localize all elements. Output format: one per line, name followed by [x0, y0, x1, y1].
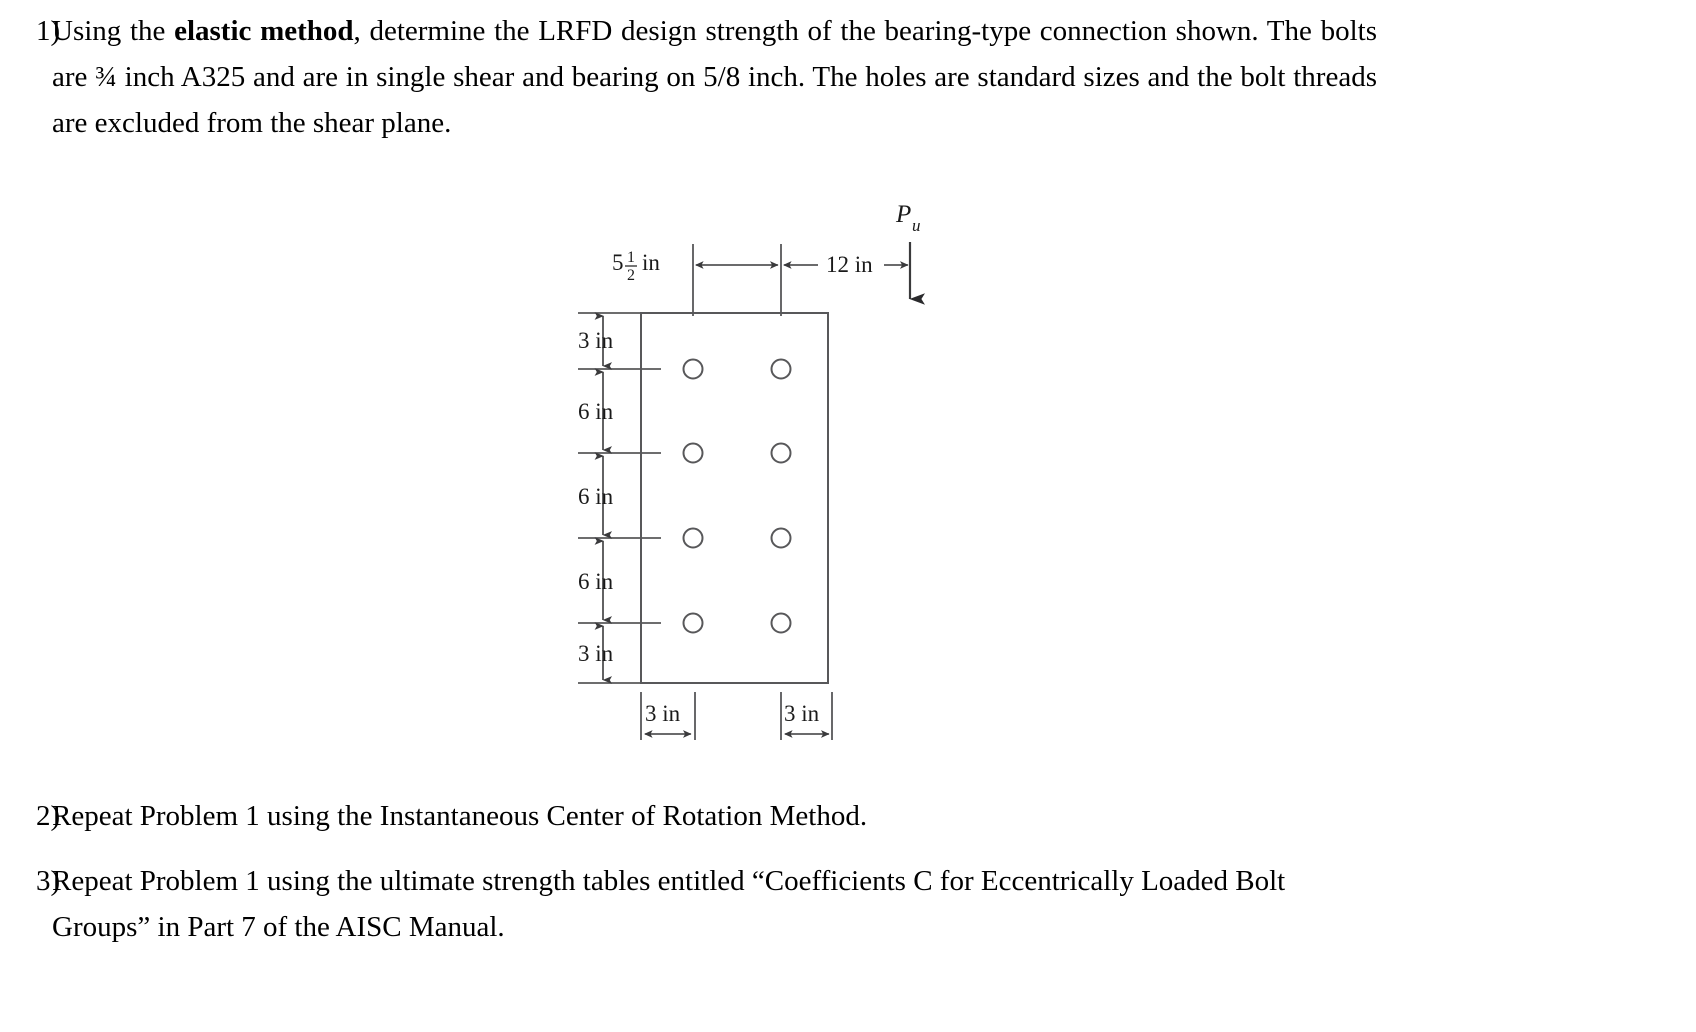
problem-3-number: 3) [36, 865, 61, 897]
bottom-dim-label: 3 in [645, 701, 681, 726]
bolt-hole [770, 527, 792, 549]
bolt-hole [770, 358, 792, 380]
bolt-hole [682, 527, 704, 549]
load-subscript: u [912, 216, 921, 235]
vertical-dim-6in-a: 6 in [578, 368, 614, 454]
bottom-dim-left-3in: 3 in [640, 692, 696, 740]
vertical-dim-6in-c: 6 in [578, 537, 614, 624]
bolt-hole [682, 358, 704, 380]
top-dim-5half-unit: in [642, 250, 660, 275]
top-dim-5half-denominator: 2 [627, 267, 635, 284]
bottom-dim-label: 3 in [784, 701, 820, 726]
bolt-hole [770, 612, 792, 634]
document-page: 1) Using the elastic method, determine t… [0, 0, 1696, 1032]
bolt-group-figure: P u 5 1 2 in 12 in 3 in 6 in 6 in 6 in 3… [0, 170, 1000, 770]
problem-item-1: 1) Using the elastic method, determine t… [0, 8, 1420, 146]
bolt-hole [682, 442, 704, 464]
problem-1-segment-bold: elastic method [174, 15, 354, 47]
vertical-dim-label: 6 in [578, 484, 614, 509]
problem-1-number: 1) [36, 15, 61, 47]
vertical-dim-label: 6 in [578, 569, 614, 594]
problem-1-segment-plain-1: Using the [52, 15, 175, 47]
load-symbol: P [895, 201, 911, 228]
vertical-dim-3in-top: 3 in [578, 312, 614, 370]
vertical-dim-label: 3 in [578, 328, 614, 353]
connection-plate [640, 312, 829, 684]
vertical-dim-6in-b: 6 in [578, 452, 614, 539]
bolt-hole-grid [682, 358, 792, 634]
problem-2-text: Repeat Problem 1 using the Instantaneous… [52, 800, 868, 832]
bottom-dim-right-3in: 3 in [780, 692, 833, 740]
bolt-hole [770, 442, 792, 464]
top-dim-5half-label: 5 1 2 in [612, 249, 660, 284]
vertical-dim-label: 6 in [578, 399, 614, 424]
problem-item-3: 3) Repeat Problem 1 using the ultimate s… [0, 858, 1420, 950]
vertical-dim-3in-bottom: 3 in [578, 622, 614, 684]
bolt-hole [682, 612, 704, 634]
problem-3-text: Repeat Problem 1 using the ultimate stre… [52, 865, 1286, 943]
top-dim-5half-value: 5 [612, 250, 624, 275]
problem-2-number: 2) [36, 800, 61, 832]
vertical-dim-label: 3 in [578, 641, 614, 666]
top-dim-12-label: 12 in [826, 252, 873, 277]
top-dim-5half-numerator: 1 [627, 249, 635, 266]
problem-item-2: 2) Repeat Problem 1 using the Instantane… [0, 793, 1500, 839]
load-label-group: P u [895, 201, 921, 235]
problem-1-text: Using the elastic method, determine the … [52, 8, 1377, 146]
